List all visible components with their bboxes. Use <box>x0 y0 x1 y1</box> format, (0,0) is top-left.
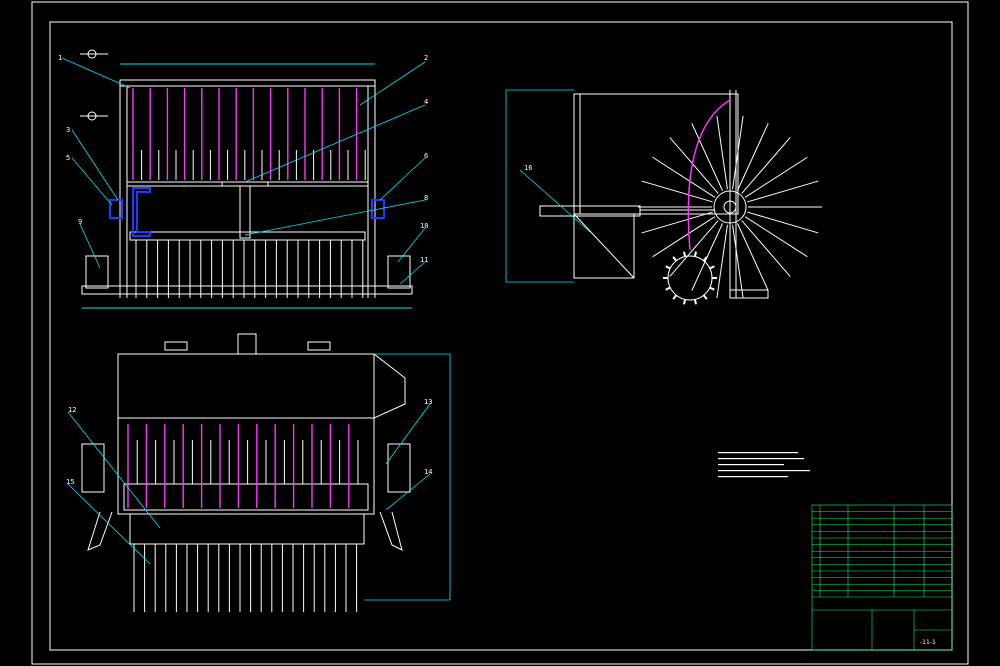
side-dimension <box>505 89 591 283</box>
front-center-post <box>221 181 269 239</box>
part-label-8: 8 <box>424 194 428 202</box>
top-view-lower-tines <box>133 544 358 612</box>
part-label-16: 16 <box>524 164 532 172</box>
rotor-tine <box>641 211 713 234</box>
rotor-tine <box>641 180 713 203</box>
rotor-tine <box>652 156 716 198</box>
part-label-1: 1 <box>58 54 62 62</box>
part-label-11: 11 <box>420 256 428 264</box>
front-handles <box>80 49 108 121</box>
front-upper-tines <box>132 88 366 180</box>
gear-tooth <box>665 265 671 270</box>
gear-tooth <box>702 256 708 262</box>
part-label-4: 4 <box>424 98 428 106</box>
front-lower-tines <box>135 240 364 298</box>
top-leaders <box>67 353 451 601</box>
gear-tooth <box>672 294 678 300</box>
rotor-tine <box>652 216 716 258</box>
rotor-tine <box>716 224 728 299</box>
gear-tooth <box>683 299 687 305</box>
rotor-tine <box>744 156 808 198</box>
technical-notes <box>718 452 810 478</box>
part-label-9: 9 <box>78 218 82 226</box>
drawing-code: -11-1 <box>920 639 936 646</box>
rotor-tine <box>747 180 819 203</box>
part-label-3: 3 <box>66 126 70 134</box>
title-block-rows <box>812 511 952 592</box>
part-label-10: 10 <box>420 222 428 230</box>
part-label-15: 15 <box>66 478 74 486</box>
rotor-tine <box>732 224 744 299</box>
gear-tooth <box>693 299 697 305</box>
gear-tooth <box>665 286 671 291</box>
gear-tooth <box>709 286 715 291</box>
part-label-2: 2 <box>424 54 428 62</box>
front-hidden-parts <box>109 187 385 237</box>
part-label-12: 12 <box>68 406 76 414</box>
sheet-border <box>31 1 969 665</box>
gear-tooth <box>709 265 715 270</box>
gear-tooth <box>683 251 687 257</box>
rotor-tine <box>716 115 728 190</box>
part-label-6: 6 <box>424 152 428 160</box>
side-view <box>539 90 769 299</box>
gear-tooth <box>702 294 708 300</box>
part-label-14: 14 <box>424 468 432 476</box>
cad-drawing: 1 2 3 4 5 6 8 9 10 11 16 12 13 14 15 -11… <box>31 1 969 665</box>
gear-wheel <box>667 255 713 301</box>
part-label-5: 5 <box>66 154 70 162</box>
side-gear-wheel <box>663 251 717 305</box>
gear-tooth <box>693 251 697 257</box>
rotor-tine <box>747 211 819 234</box>
side-arc <box>687 99 731 251</box>
rotor-tine <box>744 216 808 258</box>
part-label-13: 13 <box>424 398 432 406</box>
gear-tooth <box>672 256 678 262</box>
top-view <box>81 333 411 551</box>
top-view-tines <box>127 424 359 508</box>
